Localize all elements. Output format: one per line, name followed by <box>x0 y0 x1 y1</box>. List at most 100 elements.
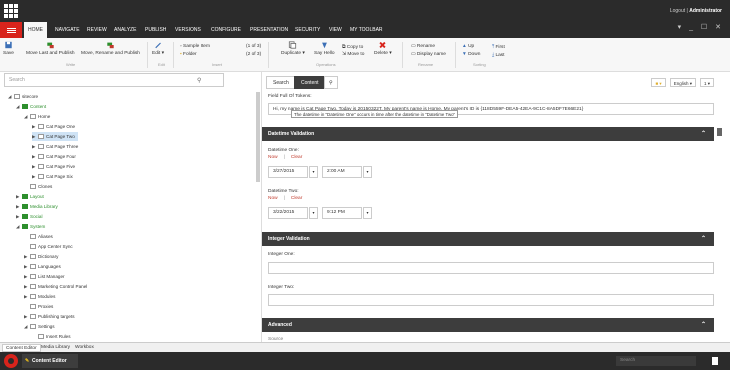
tree-node[interactable]: ▶ Dictionary <box>24 252 58 261</box>
up-button[interactable]: ▲ Up <box>462 44 474 49</box>
tree-node[interactable]: ◢ Home <box>24 112 50 121</box>
tree-node[interactable]: ▶ List Manager <box>24 272 65 281</box>
search-icon[interactable]: ⚲ <box>324 76 338 89</box>
now-link[interactable]: Now <box>268 155 278 160</box>
tab-navigate[interactable]: NAVIGATE <box>51 22 84 38</box>
copy-to-label: Copy to <box>346 45 364 50</box>
tree-node[interactable]: ◢ System <box>16 222 45 231</box>
search-icon[interactable]: ⚲ <box>197 77 201 84</box>
copy-to-button[interactable]: ⧉ Copy to <box>342 44 363 50</box>
taskbar-content-editor[interactable]: ✎ Content Editor <box>22 354 78 368</box>
taskbar-menu-icon[interactable] <box>712 357 718 365</box>
tree-node[interactable]: ▶ Layout <box>16 192 44 201</box>
delete-button[interactable]: Delete ▾ <box>374 41 392 56</box>
page-icon <box>30 294 36 300</box>
page-icon <box>30 324 36 330</box>
chevron-down-icon[interactable]: ▾ <box>363 207 372 219</box>
move-to-button[interactable]: ⇲ Move to <box>342 52 364 57</box>
integer-section-header[interactable]: Integer Validation ⌃ <box>262 232 714 246</box>
say-hello-button[interactable]: Say Hello <box>314 41 335 56</box>
clear-link[interactable]: Clear <box>291 155 302 160</box>
tree-scrollbar[interactable] <box>256 92 260 182</box>
advanced-section-header[interactable]: Advanced ⌃ <box>262 318 714 332</box>
tree-node[interactable]: ▶ Cat Page One <box>32 122 75 131</box>
move-last-publish-button[interactable]: Move Last and Publish <box>26 41 75 56</box>
chevron-down-icon[interactable]: ▾ <box>309 166 318 178</box>
tab-publish[interactable]: PUBLISH <box>141 22 170 38</box>
rename-button[interactable]: ▭ Rename <box>411 44 435 49</box>
tree-node[interactable]: ◢ Settings <box>24 322 55 331</box>
logout-link[interactable]: Logout <box>670 8 685 14</box>
tree-node[interactable]: ▶ Social <box>16 212 43 221</box>
tab-my-toolbar[interactable]: MY TOOLBAR <box>346 22 387 38</box>
tree-node[interactable]: ▶ Cat Page Two <box>32 132 78 141</box>
datetime-section-header[interactable]: Datetime Validation ⌃ <box>262 127 714 141</box>
duplicate-button[interactable]: Duplicate ▾ <box>281 41 305 56</box>
tree-node[interactable]: Proxies <box>24 302 53 311</box>
tab-view[interactable]: VIEW <box>325 22 346 38</box>
tree-node[interactable]: ▶ Cat Page Five <box>32 162 75 171</box>
tree-node[interactable]: ▶ Cat Page Six <box>32 172 73 181</box>
tab-content-editor[interactable]: Content Editor <box>2 344 41 352</box>
tree-node[interactable]: Aliases <box>24 232 53 241</box>
notifications-dropdown[interactable]: ■ ▾ <box>651 78 666 87</box>
window-controls[interactable]: ▾ _ ☐ ✕ <box>678 23 724 31</box>
first-button[interactable]: ⤒ First <box>492 44 505 50</box>
insert-folder[interactable]: ▪ Folder <box>180 52 197 57</box>
chevron-down-icon[interactable]: ▾ <box>309 207 318 219</box>
sitecore-start-icon[interactable] <box>4 354 18 368</box>
display-name-button[interactable]: ▭ Display name <box>411 52 446 57</box>
tab-search[interactable]: Search <box>266 76 296 89</box>
tree-node[interactable]: Insert Rules <box>32 332 71 341</box>
chevron-down-icon[interactable]: ▾ <box>363 166 372 178</box>
move-rename-publish-button[interactable]: Move, Rename and Publish <box>81 41 140 56</box>
tab-media-library[interactable]: Media Library <box>38 344 73 352</box>
tab-home[interactable]: HOME <box>24 22 47 38</box>
editor-scrollbar[interactable] <box>717 128 722 136</box>
insert-sample-item[interactable]: ▫ Sample Item <box>180 44 210 49</box>
edit-button[interactable]: Edit ▾ <box>152 41 164 56</box>
user-name[interactable]: Administrator <box>689 8 722 14</box>
pencil-icon: ✎ <box>25 358 30 364</box>
clear-link[interactable]: Clear <box>291 196 302 201</box>
datetime-one-date[interactable]: 3/27/2015 <box>268 166 308 178</box>
tab-workbox[interactable]: Workbox <box>72 344 97 352</box>
language-dropdown[interactable]: English ▾ <box>669 78 696 87</box>
save-button[interactable]: Save <box>3 41 14 56</box>
tree-node[interactable]: App Center Sync <box>24 242 73 251</box>
tab-analyze[interactable]: ANALYZE <box>110 22 140 38</box>
display-name-label: Display name <box>416 52 446 57</box>
integer-one-field[interactable] <box>268 262 714 274</box>
tab-content[interactable]: Content <box>294 76 326 89</box>
version-dropdown[interactable]: 1 ▾ <box>699 78 714 87</box>
tree-node[interactable]: ▶ Media Library <box>16 202 58 211</box>
tree-node[interactable]: ▶ Languages <box>24 262 61 271</box>
sitecore-launchpad-icon[interactable] <box>4 4 18 18</box>
tab-review[interactable]: REVIEW <box>83 22 111 38</box>
taskbar-search-input[interactable]: Search <box>616 356 696 366</box>
datetime-two-time[interactable]: 9:12 PM <box>322 207 362 219</box>
tab-security[interactable]: SECURITY <box>291 22 324 38</box>
tree-search-input[interactable]: Search <box>4 73 224 87</box>
duplicate-label: Duplicate ▾ <box>281 51 305 56</box>
last-button[interactable]: ⤓ Last <box>492 52 505 58</box>
tree-node[interactable]: ◢ Content <box>16 102 46 111</box>
now-link[interactable]: Now <box>268 196 278 201</box>
tab-configure[interactable]: CONFIGURE <box>207 22 245 38</box>
menu-hamburger-icon[interactable] <box>0 22 22 38</box>
down-button[interactable]: ▼ Down <box>462 52 480 57</box>
datetime-one-links: Now | Clear <box>268 155 308 160</box>
tree-node[interactable]: Clones <box>24 182 52 191</box>
tree-node[interactable]: ◢ sitecore <box>8 92 38 101</box>
tree-node[interactable]: ▶ Cat Page Three <box>32 142 78 151</box>
tree-node[interactable]: ▶ Publishing targets <box>24 312 75 321</box>
datetime-one-time[interactable]: 2:00 AM <box>322 166 362 178</box>
tab-versions[interactable]: VERSIONS <box>171 22 205 38</box>
tree-node-label: Settings <box>38 324 55 329</box>
integer-two-field[interactable] <box>268 294 714 306</box>
tree-node[interactable]: ▶ Marketing Control Panel <box>24 282 87 291</box>
tree-node[interactable]: ▶ Modules <box>24 292 55 301</box>
tree-node[interactable]: ▶ Cat Page Four <box>32 152 76 161</box>
tab-presentation[interactable]: PRESENTATION <box>246 22 292 38</box>
datetime-two-date[interactable]: 3/22/2015 <box>268 207 308 219</box>
